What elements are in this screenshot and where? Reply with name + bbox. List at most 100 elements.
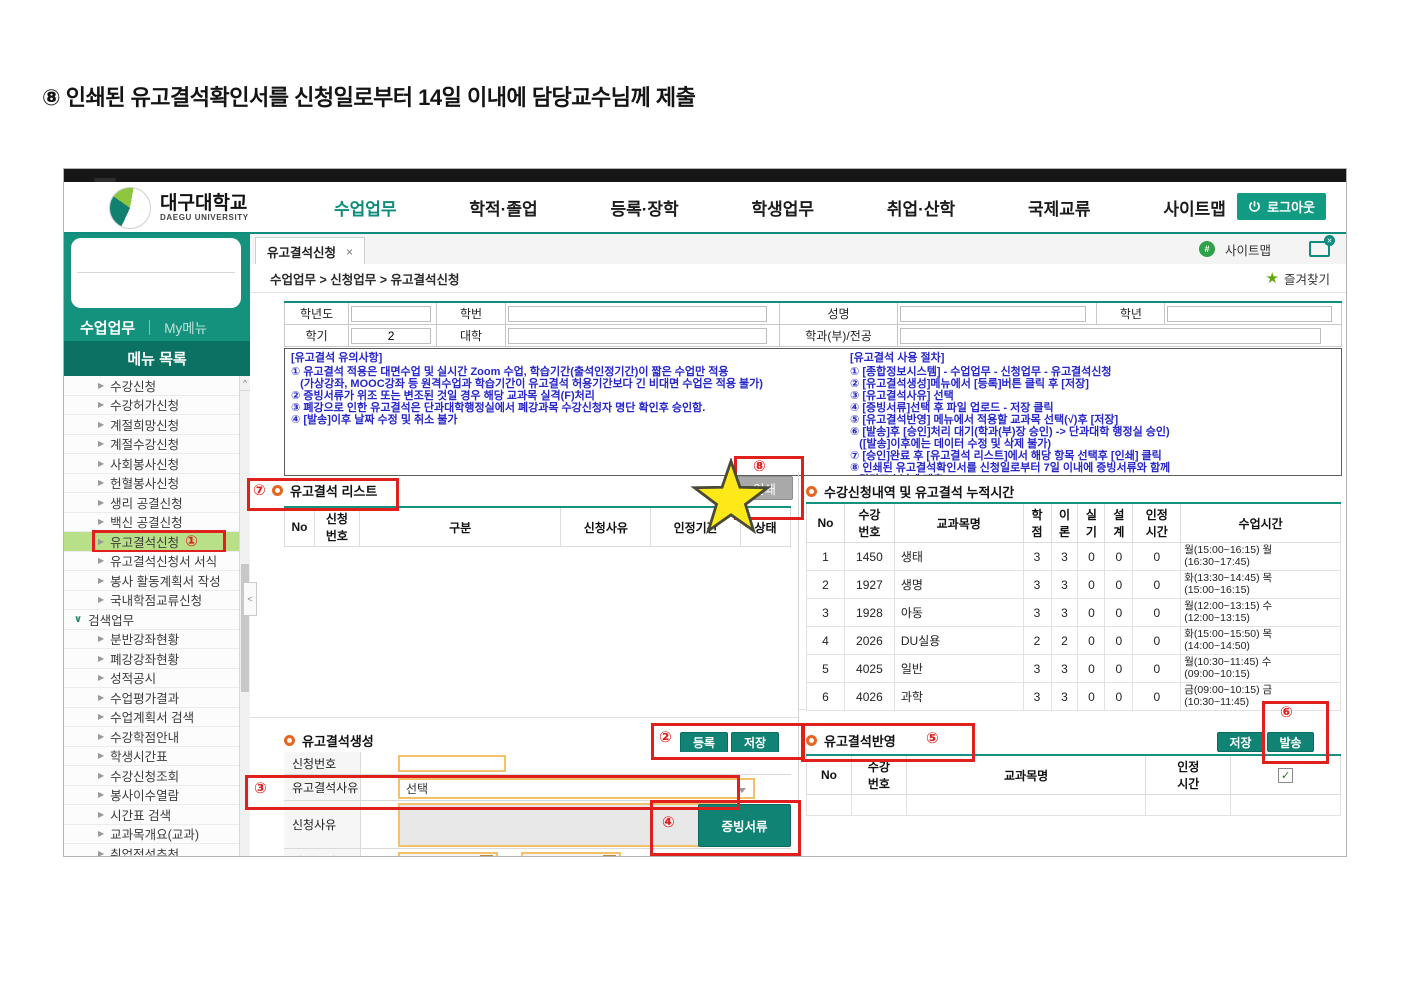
calendar-icon[interactable]	[480, 855, 493, 856]
nav-item[interactable]: 학적·졸업	[469, 195, 537, 220]
tab-current-page[interactable]: 유고결석신청 ×	[255, 237, 366, 265]
sidebar-item[interactable]: ▶ 폐강강좌현황	[64, 649, 250, 669]
sitemap-icon[interactable]	[1198, 241, 1215, 257]
sidebar-item[interactable]: ▶ 생리 공결신청	[64, 493, 250, 513]
sidebar-item[interactable]: ▶ 계절수강신청	[64, 434, 250, 454]
name-input[interactable]	[899, 305, 1087, 322]
col-course-no: 수강 번호	[843, 502, 895, 543]
sidebar-item[interactable]: ▶ 취업적성추천	[64, 844, 250, 856]
apply-empty-row	[806, 794, 1341, 816]
sidebar-item[interactable]: ▶ 사회봉사신청	[64, 454, 250, 474]
reason-textarea[interactable]	[398, 803, 736, 847]
sidebar-item[interactable]: ▶ 헌혈봉사신청	[64, 473, 250, 493]
cell-lab: 0	[1077, 542, 1106, 571]
sidebar-item[interactable]: ▶ 국내학점교류신청	[64, 590, 250, 610]
send-button[interactable]: 발송	[1267, 732, 1314, 752]
col-lab: 실 기	[1077, 502, 1106, 543]
apply-no-input[interactable]	[398, 755, 506, 772]
calendar-icon[interactable]	[603, 855, 616, 856]
cell-no: 2	[806, 570, 845, 599]
cell-code: 4025	[843, 654, 895, 683]
cell-no: 5	[806, 654, 845, 683]
sidebar-tab-work[interactable]: 수업업무	[80, 317, 135, 338]
cell-recognized: 0	[1132, 626, 1182, 655]
reason-type-select[interactable]: 선택	[398, 778, 755, 799]
logout-button[interactable]: 로그아웃	[1237, 193, 1326, 220]
nav-item[interactable]: 국제교류	[1028, 195, 1091, 220]
nav-item[interactable]: 학생업무	[752, 195, 815, 220]
sidebar-item[interactable]: ▶ 수강신청조회	[64, 766, 250, 786]
scroll-up-icon[interactable]: ^	[240, 376, 250, 391]
year-input[interactable]	[351, 305, 432, 322]
nav-item[interactable]: 수업업무	[334, 195, 397, 220]
cell-recognized: 0	[1132, 682, 1182, 711]
favorite-label: 즐겨찾기	[1283, 272, 1330, 287]
sidebar-item[interactable]: ▶ 백신 공결신청	[64, 512, 250, 532]
student-no-input[interactable]	[507, 305, 767, 322]
sidebar-item[interactable]: ▶ 시간표 검색	[64, 805, 250, 825]
sidebar-item[interactable]: ▶ 봉사이수열람	[64, 785, 250, 805]
sidebar-item[interactable]: ▶ 수강신청	[64, 376, 250, 396]
register-button[interactable]: 등록	[680, 732, 728, 753]
sidebar-item[interactable]: ▶ 수강허가신청	[64, 395, 250, 415]
sidebar-item[interactable]: ▶ 계절희망신청	[64, 415, 250, 435]
sidebar-scrollbar[interactable]: ^	[239, 376, 250, 856]
college-input[interactable]	[507, 327, 767, 344]
apply-save-button[interactable]: 저장	[1217, 732, 1264, 752]
sidebar-item[interactable]: ▶ 교과목개요(교과)	[64, 824, 250, 844]
sidebar-collapse-handle[interactable]: <	[243, 582, 257, 616]
empty-cell	[1145, 794, 1232, 816]
notice-line: ① [종합정보시스템] - 수업업무 - 신청업무 - 유고결석신청	[850, 366, 1112, 378]
section-bullet-icon	[806, 735, 817, 746]
create-title-text: 유고결석생성	[302, 734, 374, 749]
cell-name: 아동	[893, 598, 1024, 627]
apply-title-text: 유고결석반영	[824, 734, 896, 749]
cell-lab: 0	[1077, 598, 1106, 627]
reason-type-selected-value: 선택	[406, 782, 429, 796]
arrow-right-icon: ▶	[98, 595, 105, 605]
enrollment-row: 2 1927 생명 3 3 0 0 0 화(13:30~14:45) 목(15:00~16:15…	[806, 570, 1341, 599]
sidebar-item[interactable]: ▶ 수강학점안내	[64, 727, 250, 747]
col-course-name: 교과목명	[905, 754, 1147, 795]
sidebar-item[interactable]: ∨ 검색업무	[64, 610, 250, 630]
notice-left-lines: ① 유고결석 적용은 대면수업 및 실시간 Zoom 수업, 학습기간(출석인정…	[291, 366, 763, 426]
sidebar-item[interactable]: ▶ 수업계획서 검색	[64, 707, 250, 727]
close-all-windows-icon[interactable]	[1309, 235, 1335, 257]
semester-input[interactable]	[351, 327, 432, 344]
sidebar-item[interactable]: ▶ 유고결석신청 ①	[64, 530, 250, 552]
sidebar-item-label: 수강허가신청	[110, 399, 180, 414]
nav-item[interactable]: 취업·산학	[887, 195, 955, 220]
sidebar-tab-mymenu[interactable]: My메뉴	[164, 317, 207, 337]
col-no: No	[284, 506, 315, 547]
sitemap-label[interactable]: 사이트맵	[1225, 240, 1271, 259]
sidebar-item[interactable]: ▶ 분반강좌현황	[64, 629, 250, 649]
sidebar-item[interactable]: ▶ 성적공시	[64, 668, 250, 688]
period-label: 인정기간	[284, 849, 361, 856]
select-all-checkbox[interactable]	[1278, 767, 1294, 783]
evidence-button[interactable]: 증빙서류	[698, 804, 791, 847]
sidebar-menu-list: ▶ 수강신청 ▶ 수강허가신청 ▶ 계절희망신청 ▶ 계절수강신청 ▶ 사회봉사신청 ▶ 헌혈봉사신청…	[64, 376, 250, 856]
nav-item[interactable]: 등록·장학	[610, 195, 678, 220]
notice-line: ③ [유고결석사유] 선택	[850, 390, 954, 402]
tab-close-icon[interactable]: ×	[346, 245, 353, 259]
arrow-right-icon: ▶	[98, 829, 105, 839]
major-input[interactable]	[899, 327, 1322, 344]
favorite-control[interactable]: 즐겨찾기	[1266, 264, 1330, 292]
period-end-input[interactable]	[521, 852, 621, 856]
sidebar-item[interactable]: ▶ 수업평가결과	[64, 688, 250, 708]
col-apply-no: 신청 번호	[313, 506, 360, 547]
sidebar-item[interactable]: ▶ 유고결석신청서 서식	[64, 551, 250, 571]
reason-type-label: 유고결석사유	[284, 775, 361, 800]
grade-input[interactable]	[1167, 305, 1333, 322]
sidebar-item[interactable]: ▶ 봉사 활동계획서 작성	[64, 571, 250, 591]
period-start-input[interactable]	[398, 852, 498, 856]
sidebar-item[interactable]: ▶ 학생시간표	[64, 746, 250, 766]
col-category: 구분	[358, 506, 562, 547]
sidebar-tab-divider	[149, 319, 151, 335]
cell-code: 4026	[843, 682, 895, 711]
enrollment-section-title: 수강신청내역 및 유고결석 누적시간	[806, 482, 1014, 501]
star-icon	[1266, 271, 1279, 286]
nav-item[interactable]: 사이트맵	[1163, 195, 1226, 220]
col-design: 설 계	[1104, 502, 1134, 543]
create-save-button[interactable]: 저장	[731, 732, 779, 753]
